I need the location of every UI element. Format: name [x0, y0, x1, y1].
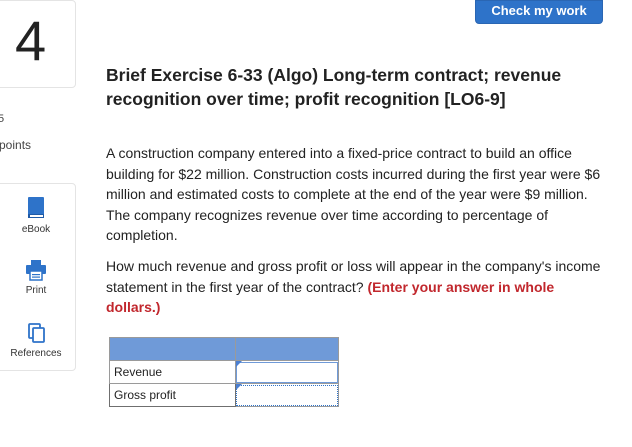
ebook-label: eBook — [21, 224, 51, 235]
references-tool[interactable]: References — [0, 322, 77, 359]
answer-table: Revenue Gross profit — [109, 337, 340, 407]
gross-profit-input[interactable] — [235, 384, 338, 406]
check-my-work-button[interactable]: Check my work — [475, 0, 603, 24]
question-number-card: 4 — [0, 0, 76, 88]
revenue-cell — [234, 360, 340, 384]
exercise-title: Brief Exercise 6-33 (Algo) Long-term con… — [106, 65, 562, 109]
header-cell — [234, 337, 340, 361]
table-row: Revenue — [109, 360, 340, 384]
print-label: Print — [25, 285, 47, 296]
print-tool[interactable]: Print — [0, 259, 77, 296]
question-text: How much revenue and gross profit or los… — [106, 256, 611, 318]
question-number: 4 — [15, 9, 47, 72]
revenue-label: Revenue — [109, 360, 236, 384]
tools-panel: eBook Print References — [0, 183, 76, 371]
references-label: References — [10, 348, 62, 359]
gross-profit-label: Gross profit — [109, 383, 236, 407]
points-label: points — [0, 138, 32, 152]
table-header-row — [109, 337, 340, 361]
gross-profit-cell — [234, 383, 340, 407]
input-marker-icon — [235, 361, 242, 367]
table-row: Gross profit — [109, 383, 340, 407]
problem-text: A construction company entered into a fi… — [106, 145, 601, 243]
ebook-tool[interactable]: eBook — [0, 196, 77, 235]
printer-icon — [26, 260, 46, 281]
header-cell — [109, 337, 236, 361]
points-value: 5 — [0, 113, 5, 125]
revenue-input[interactable] — [235, 361, 338, 383]
references-icon — [28, 323, 45, 343]
book-icon — [28, 197, 44, 218]
input-marker-icon — [235, 384, 242, 390]
